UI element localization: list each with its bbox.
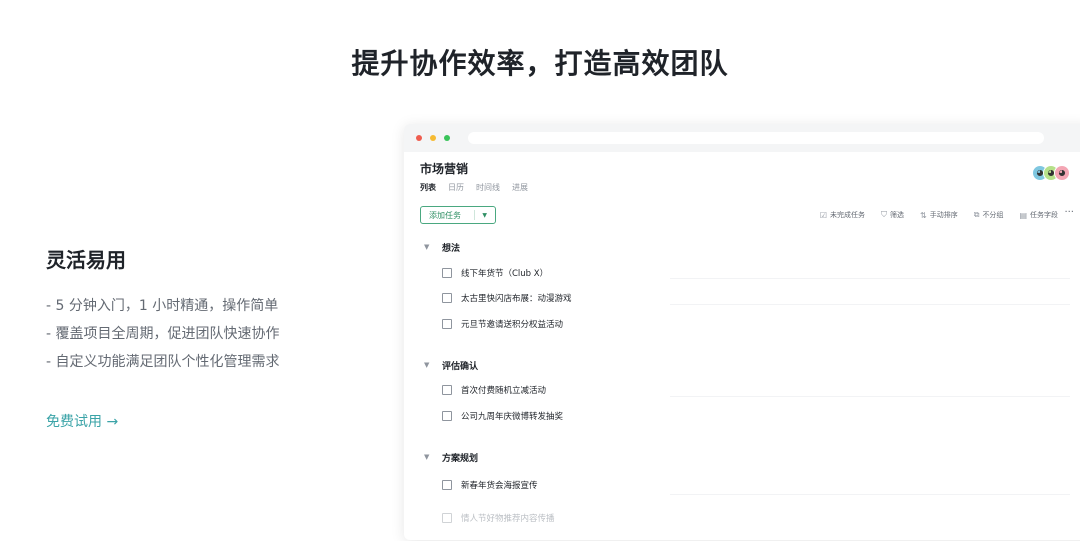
- page-headline: 提升协作效率，打造高效团队: [351, 47, 729, 80]
- row-divider: [670, 494, 1070, 495]
- list-item[interactable]: 新春年货会海报宣传: [442, 478, 538, 492]
- feature-bullets: - 5 分钟入门，1 小时精通，操作简单 - 覆盖项目全周期，促进团队快速协作 …: [46, 297, 366, 371]
- free-trial-link[interactable]: 免费试用 →: [46, 411, 118, 431]
- tab-calendar[interactable]: 日历: [448, 182, 464, 193]
- fields-button[interactable]: ▤ 任务字段: [1019, 210, 1058, 220]
- collapse-triangle-icon[interactable]: ▼: [420, 453, 442, 461]
- task-group: ▼ 评估确认 首次付费随机立减活动 公司九周年庆微博转发抽奖: [420, 358, 1070, 422]
- avatar[interactable]: ◕: [1054, 165, 1070, 181]
- tab-list[interactable]: 列表: [420, 182, 436, 193]
- maximize-dot-icon[interactable]: [444, 135, 450, 141]
- task-checkbox[interactable]: [442, 293, 452, 303]
- row-divider: [670, 278, 1070, 279]
- task-checkbox[interactable]: [442, 268, 452, 278]
- sort-button[interactable]: ⇅ 手动排序: [920, 210, 958, 220]
- row-divider: [670, 396, 1070, 397]
- sort-icon: ⇅: [920, 210, 927, 220]
- row-divider: [670, 304, 1070, 305]
- incomplete-tasks-filter[interactable]: ☑ 未完成任务: [820, 210, 865, 220]
- group-name: 评估确认: [442, 361, 479, 372]
- feature-bullet: - 5 分钟入门，1 小时精通，操作简单: [46, 298, 279, 314]
- list-item[interactable]: 线下年货节（Club X）: [442, 266, 548, 280]
- feature-panel: 灵活易用 - 5 分钟入门，1 小时精通，操作简单 - 覆盖项目全周期，促进团队…: [46, 244, 366, 431]
- feature-bullet: - 自定义功能满足团队个性化管理需求: [46, 354, 280, 370]
- filter-label: 手动排序: [929, 211, 958, 219]
- task-title: 线下年货节（Club X）: [461, 269, 549, 279]
- group-icon: ⧉: [973, 210, 980, 219]
- task-checkbox[interactable]: [442, 513, 452, 523]
- collapse-triangle-icon[interactable]: ▼: [420, 361, 442, 369]
- checkbox-icon: ☑: [819, 210, 828, 220]
- app-window: 市场营销 列表 日历 时间线 进展 ◕ ◕ ◕ 添加任务 ▼ ☑ 未完成任务 ⛉ 筛…: [404, 124, 1080, 540]
- add-task-label: 添加任务: [429, 210, 461, 220]
- task-title: 太古里快闪店布展：动漫游戏: [461, 294, 572, 304]
- group-name: 想法: [442, 243, 461, 254]
- task-group: ▼ 方案规划 新春年货会海报宣传 情人节好物推荐内容传播: [420, 450, 1070, 524]
- fields-icon: ▤: [1019, 210, 1027, 220]
- task-title: 元旦节邀请送积分权益活动: [461, 320, 564, 330]
- view-tabs: 列表 日历 时间线 进展: [420, 182, 528, 193]
- list-item[interactable]: 首次付费随机立减活动: [442, 383, 546, 397]
- task-title: 公司九周年庆微博转发抽奖: [461, 412, 564, 422]
- filter-label: 未完成任务: [830, 211, 866, 219]
- filter-label: 不分组: [982, 211, 1004, 219]
- task-checkbox[interactable]: [442, 480, 452, 490]
- group-header[interactable]: ▼ 想法: [420, 240, 1060, 254]
- close-dot-icon[interactable]: [416, 135, 422, 141]
- filter-button[interactable]: ⛉ 筛选: [881, 210, 904, 220]
- tab-progress[interactable]: 进展: [512, 182, 528, 193]
- tab-timeline[interactable]: 时间线: [476, 182, 500, 193]
- group-header[interactable]: ▼ 方案规划: [420, 450, 1060, 464]
- project-title: 市场营销: [420, 162, 469, 176]
- task-toolbar: 添加任务 ▼ ☑ 未完成任务 ⛉ 筛选 ⇅ 手动排序 ⧉ 不分组 ▤ 任务字段 ···: [420, 206, 1078, 224]
- group-button[interactable]: ⧉ 不分组: [974, 210, 1004, 220]
- list-item[interactable]: 元旦节邀请送积分权益活动: [442, 317, 563, 331]
- collapse-triangle-icon[interactable]: ▼: [420, 243, 442, 251]
- filter-label: 筛选: [890, 211, 905, 219]
- task-checkbox[interactable]: [442, 319, 452, 329]
- group-name: 方案规划: [442, 453, 479, 464]
- toolbar-filters: ☑ 未完成任务 ⛉ 筛选 ⇅ 手动排序 ⧉ 不分组 ▤ 任务字段: [820, 210, 1058, 220]
- list-item[interactable]: 情人节好物推荐内容传播: [442, 511, 555, 525]
- feature-title: 灵活易用: [46, 248, 126, 272]
- feature-bullet: - 覆盖项目全周期，促进团队快速协作: [46, 326, 280, 342]
- member-avatars[interactable]: ◕ ◕ ◕: [1032, 165, 1070, 181]
- filter-label: 任务字段: [1030, 211, 1058, 219]
- chevron-down-icon[interactable]: ▼: [482, 212, 487, 219]
- task-title: 首次付费随机立减活动: [461, 386, 547, 396]
- add-task-button[interactable]: 添加任务 ▼: [420, 206, 496, 224]
- task-checkbox[interactable]: [442, 411, 452, 421]
- list-item[interactable]: 公司九周年庆微博转发抽奖: [442, 409, 563, 423]
- task-checkbox[interactable]: [442, 385, 452, 395]
- minimize-dot-icon[interactable]: [430, 135, 436, 141]
- project-header: 市场营销 列表 日历 时间线 进展: [420, 160, 528, 193]
- more-icon[interactable]: ···: [1064, 207, 1074, 218]
- button-divider: [474, 210, 475, 220]
- filter-icon: ⛉: [881, 210, 888, 219]
- window-titlebar: [404, 124, 1080, 152]
- group-header[interactable]: ▼ 评估确认: [420, 358, 1060, 372]
- list-item[interactable]: 太古里快闪店布展：动漫游戏: [442, 291, 572, 305]
- task-title: 情人节好物推荐内容传播: [461, 514, 555, 524]
- task-group: ▼ 想法 线下年货节（Club X） 太古里快闪店布展：动漫游戏 元旦节邀请送积…: [420, 240, 1070, 330]
- task-title: 新春年货会海报宣传: [461, 481, 538, 491]
- address-bar[interactable]: [468, 132, 1044, 144]
